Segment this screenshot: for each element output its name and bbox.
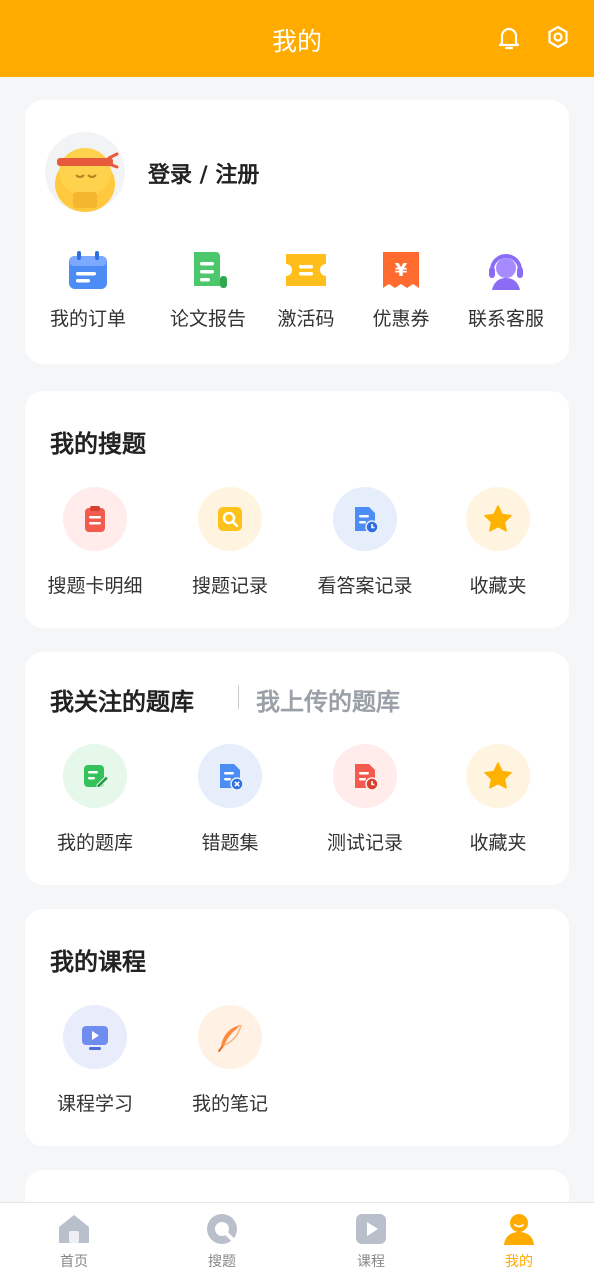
section-title: 我的搜题 bbox=[50, 430, 146, 458]
search-icon bbox=[198, 487, 262, 551]
tab-courses[interactable]: 课程 bbox=[331, 1211, 411, 1271]
star-icon bbox=[466, 487, 530, 551]
bottom-tab-bar: 首页 搜题 课程 我的 bbox=[0, 1202, 594, 1280]
my-bank-item[interactable]: 我的题库 bbox=[45, 744, 145, 855]
calendar-icon bbox=[66, 248, 110, 292]
ticket-icon bbox=[283, 248, 329, 292]
search-history-item[interactable]: 搜题记录 bbox=[180, 487, 280, 598]
edit-doc-icon bbox=[63, 744, 127, 808]
headset-icon bbox=[484, 248, 528, 292]
my-search-card: 我的搜题 搜题卡明细 搜题记录 看答案记录 收藏夹 bbox=[25, 391, 569, 628]
tab-search[interactable]: 搜题 bbox=[182, 1211, 262, 1271]
tab-home[interactable]: 首页 bbox=[34, 1211, 114, 1271]
search-tab-icon bbox=[204, 1211, 240, 1247]
app-header: 我的 bbox=[0, 0, 594, 77]
avatar[interactable] bbox=[45, 132, 125, 212]
my-courses-card: 我的课程 课程学习 我的笔记 bbox=[25, 909, 569, 1146]
user-icon bbox=[501, 1211, 537, 1247]
answer-history-item[interactable]: 看答案记录 bbox=[307, 487, 423, 598]
svg-text:¥: ¥ bbox=[395, 260, 408, 281]
tab-divider bbox=[238, 685, 239, 709]
search-card-detail-item[interactable]: 搜题卡明细 bbox=[35, 487, 155, 598]
star-icon bbox=[466, 744, 530, 808]
tab-uploaded-banks[interactable]: 我上传的题库 bbox=[256, 682, 400, 717]
quick-action-customer-service[interactable]: 联系客服 bbox=[458, 248, 554, 331]
doc-clock-icon bbox=[333, 744, 397, 808]
profile-card: 登录 / 注册 我的订单 论文报告 激活码 ¥ 优惠券 联系客服 bbox=[25, 100, 569, 364]
feather-icon bbox=[198, 1005, 262, 1069]
tab-mine[interactable]: 我的 bbox=[479, 1211, 559, 1271]
doc-x-icon bbox=[198, 744, 262, 808]
scroll-icon bbox=[186, 248, 230, 292]
clipboard-icon bbox=[63, 487, 127, 551]
play-tab-icon bbox=[353, 1211, 389, 1247]
tab-followed-banks[interactable]: 我关注的题库 bbox=[50, 682, 194, 717]
home-icon bbox=[56, 1211, 92, 1247]
quick-action-paper-report[interactable]: 论文报告 bbox=[158, 248, 258, 331]
question-bank-card: 我关注的题库 我上传的题库 我的题库 错题集 测试记录 收藏夹 bbox=[25, 652, 569, 885]
document-clock-icon bbox=[333, 487, 397, 551]
gear-icon[interactable] bbox=[544, 24, 572, 52]
course-study-item[interactable]: 课程学习 bbox=[45, 1005, 145, 1116]
login-register-link[interactable]: 登录 / 注册 bbox=[148, 157, 259, 189]
quick-action-orders[interactable]: 我的订单 bbox=[43, 248, 133, 331]
my-notes-item[interactable]: 我的笔记 bbox=[180, 1005, 280, 1116]
quick-action-activation-code[interactable]: 激活码 bbox=[266, 248, 346, 331]
section-title: 我的课程 bbox=[50, 948, 146, 976]
wrong-questions-item[interactable]: 错题集 bbox=[180, 744, 280, 855]
favorites-item[interactable]: 收藏夹 bbox=[458, 487, 538, 598]
favorites-item[interactable]: 收藏夹 bbox=[458, 744, 538, 855]
test-history-item[interactable]: 测试记录 bbox=[315, 744, 415, 855]
monitor-play-icon bbox=[63, 1005, 127, 1069]
quick-action-coupon[interactable]: ¥ 优惠券 bbox=[361, 248, 441, 331]
bell-icon[interactable] bbox=[495, 24, 523, 52]
coupon-icon: ¥ bbox=[379, 248, 423, 292]
